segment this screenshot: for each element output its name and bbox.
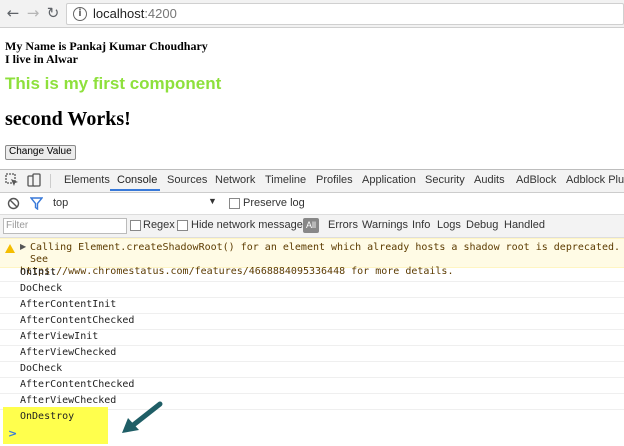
tab-elements[interactable]: Elements xyxy=(64,174,110,186)
filter-icon[interactable] xyxy=(30,197,43,210)
annotation-arrow-icon xyxy=(122,401,163,433)
back-arrow-icon[interactable]: ← xyxy=(4,4,22,22)
tab-network[interactable]: Network xyxy=(215,174,255,186)
hide-network-label: Hide network messages xyxy=(191,219,309,231)
tab-security[interactable]: Security xyxy=(425,174,465,186)
change-value-button[interactable]: Change Value xyxy=(5,145,76,160)
active-tab-indicator xyxy=(110,189,160,191)
hide-network-checkbox[interactable] xyxy=(177,220,188,231)
forward-arrow-icon[interactable]: → xyxy=(24,4,42,22)
regex-checkbox[interactable] xyxy=(130,220,141,231)
tab-sources[interactable]: Sources xyxy=(167,174,207,186)
warning-icon xyxy=(5,244,15,253)
level-errors[interactable]: Errors xyxy=(328,219,358,231)
devtools-tabbar: Elements Console Sources Network Timelin… xyxy=(0,170,624,193)
device-toolbar-icon[interactable] xyxy=(27,173,41,187)
context-dropdown-icon[interactable]: ▼ xyxy=(208,196,217,206)
address-bar[interactable]: i localhost:4200 xyxy=(66,3,624,25)
console-log-row: OnInit xyxy=(0,266,624,282)
reload-icon[interactable]: ↻ xyxy=(44,4,62,22)
info-icon[interactable]: i xyxy=(73,7,87,21)
level-logs[interactable]: Logs xyxy=(437,219,461,231)
tab-profiles[interactable]: Profiles xyxy=(316,174,353,186)
console-filter-bar: Filter Regex Hide network messages All E… xyxy=(0,215,624,238)
level-handled[interactable]: Handled xyxy=(504,219,545,231)
url-text: localhost:4200 xyxy=(93,6,177,21)
preserve-log-label: Preserve log xyxy=(243,197,305,209)
console-prompt[interactable]: > xyxy=(8,427,17,440)
inspect-element-icon[interactable] xyxy=(5,173,19,187)
console-log-row-ondestroy: OnDestroy xyxy=(20,411,75,422)
console-log-row: DoCheck xyxy=(0,282,624,298)
toolbar-divider xyxy=(50,174,51,188)
console-warning-message: ▶ Calling Element.createShadowRoot() for… xyxy=(0,238,624,277)
console-log-row: AfterViewInit xyxy=(0,330,624,346)
console-log-row: AfterContentInit xyxy=(0,298,624,314)
tab-timeline[interactable]: Timeline xyxy=(265,174,306,186)
console-log-row: AfterViewChecked xyxy=(0,346,624,362)
city-text: I live in Alwar xyxy=(5,52,79,66)
console-log-row: AfterContentChecked xyxy=(0,314,624,330)
tab-adblock[interactable]: AdBlock xyxy=(516,174,556,186)
tab-adblock-plus[interactable]: Adblock Plus xyxy=(566,174,624,186)
console-log-row: DoCheck xyxy=(0,362,624,378)
level-warnings[interactable]: Warnings xyxy=(362,219,408,231)
filter-input[interactable]: Filter xyxy=(3,218,127,234)
level-debug[interactable]: Debug xyxy=(466,219,498,231)
level-info[interactable]: Info xyxy=(412,219,430,231)
preserve-log-checkbox[interactable] xyxy=(229,198,240,209)
tab-console[interactable]: Console xyxy=(117,174,157,186)
tab-application[interactable]: Application xyxy=(362,174,416,186)
tab-audits[interactable]: Audits xyxy=(474,174,505,186)
regex-label: Regex xyxy=(143,219,175,231)
console-context-bar: top ▼ Preserve log xyxy=(0,193,624,215)
browser-toolbar: ← → ↻ i localhost:4200 xyxy=(0,0,624,28)
first-component-heading: This is my first component xyxy=(5,74,222,93)
console-log-row: AfterContentChecked xyxy=(0,378,624,394)
second-works-heading: second Works! xyxy=(5,108,131,130)
clear-console-icon[interactable] xyxy=(7,197,20,210)
level-all-button[interactable]: All xyxy=(303,218,319,233)
context-select[interactable]: top xyxy=(53,197,68,209)
